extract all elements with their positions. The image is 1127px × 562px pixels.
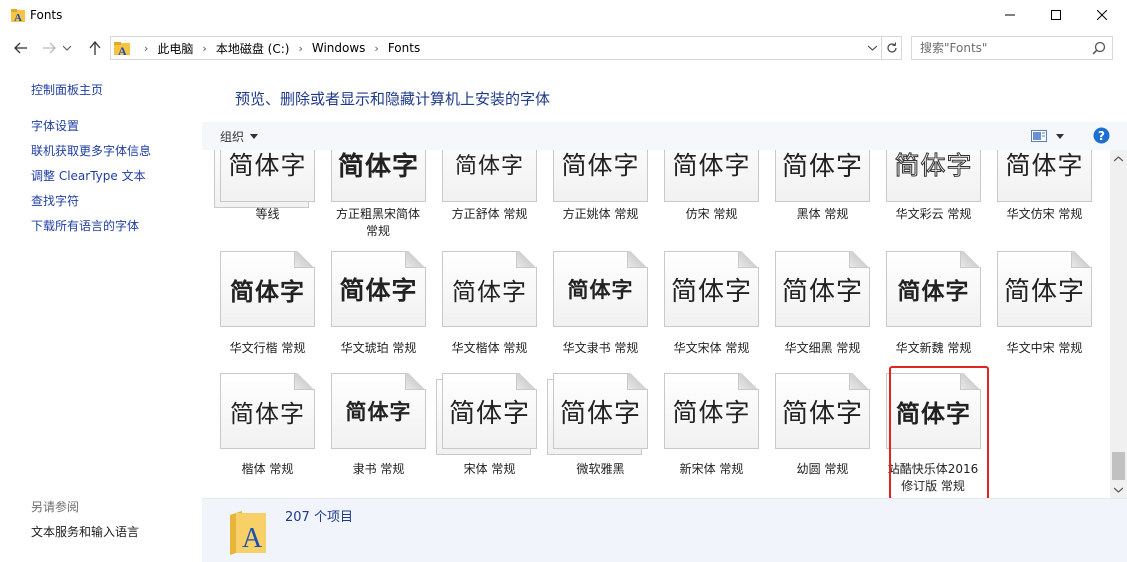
font-item-label: 楷体 常规 — [241, 462, 294, 476]
font-family-icon: 简体字 — [436, 373, 537, 455]
breadcrumb: › 此电脑 › 本地磁盘 (C:) › Windows › Fonts — [135, 37, 420, 59]
back-button[interactable] — [10, 38, 32, 58]
font-file-icon: 简体字 — [775, 373, 870, 449]
svg-text:A: A — [118, 44, 127, 56]
font-item[interactable]: 简体字 微软雅黑 — [545, 150, 656, 498]
font-file-icon: 简体字 — [664, 373, 759, 449]
font-preview-text: 简体字 — [781, 398, 863, 429]
item-count: 207 个项目 — [285, 510, 353, 525]
cleartype-link[interactable]: 调整 ClearType 文本 — [31, 167, 146, 184]
minimize-button[interactable] — [987, 0, 1033, 30]
fonts-folder-icon: A — [11, 9, 25, 23]
download-all-fonts-link[interactable]: 下载所有语言的字体 — [31, 217, 139, 234]
font-file-icon: 简体字 — [331, 373, 426, 449]
main-panel: 预览、删除或者显示和隐藏计算机上安装的字体 组织 ? 简体字 等线 简体字 方正粗黑宋… — [202, 64, 1127, 562]
help-icon[interactable]: ? — [1093, 127, 1110, 144]
title-bar: A Fonts — [0, 0, 1127, 32]
breadcrumb-separator-icon: › — [202, 41, 207, 55]
font-file-icon: 简体字 — [997, 251, 1092, 327]
fonts-folder-icon: A — [114, 42, 130, 56]
caret-down-icon — [1056, 133, 1064, 139]
font-item[interactable]: 简体字 幼圆 常规 — [767, 150, 878, 498]
vertical-scrollbar[interactable] — [1110, 150, 1127, 498]
forward-button[interactable] — [38, 38, 60, 58]
font-preview-text: 简体字 — [230, 399, 305, 428]
see-also-heading: 另请参阅 — [31, 500, 80, 514]
task-pane: 控制面板主页 字体设置 联机获取更多字体信息 调整 ClearType 文本 查… — [0, 64, 202, 562]
breadcrumb-item[interactable]: Fonts — [388, 41, 420, 55]
breadcrumb-item[interactable]: Windows — [312, 41, 366, 55]
scroll-thumb[interactable] — [1112, 452, 1125, 480]
font-item-label: 宋体 常规 — [463, 462, 516, 476]
refresh-button[interactable] — [882, 36, 902, 60]
breadcrumb-separator-icon: › — [144, 41, 149, 55]
close-icon — [1097, 10, 1107, 20]
view-icon — [1031, 130, 1047, 142]
font-item-label: 华文中宋 常规 — [1006, 341, 1083, 355]
arrow-right-icon — [43, 42, 56, 54]
change-view-button[interactable] — [1031, 128, 1067, 144]
up-button[interactable] — [84, 38, 106, 58]
address-history-button[interactable] — [865, 41, 879, 55]
window-title: Fonts — [30, 8, 63, 22]
font-preview-text: 简体字 — [1003, 276, 1085, 307]
font-settings-link[interactable]: 字体设置 — [31, 117, 79, 134]
fonts-folder-icon: A — [230, 511, 266, 555]
font-family-icon: 简体字 — [547, 373, 648, 455]
svg-text:?: ? — [1098, 129, 1105, 143]
font-preview-text: 简体字 — [559, 398, 641, 429]
chevron-up-icon — [1114, 155, 1123, 161]
font-item-label: 幼圆 常规 — [796, 462, 849, 476]
breadcrumb-separator-icon: › — [374, 41, 379, 55]
recent-locations-button[interactable] — [60, 38, 74, 58]
page-title: 预览、删除或者显示和隐藏计算机上安装的字体 — [235, 90, 551, 108]
font-preview-text: 简体字 — [672, 398, 751, 427]
control-panel-home-link[interactable]: 控制面板主页 — [31, 81, 103, 98]
font-item[interactable]: 简体字 新宋体 常规 — [656, 150, 767, 498]
breadcrumb-item[interactable]: 本地磁盘 (C:) — [216, 40, 290, 57]
svg-text:A: A — [14, 12, 22, 23]
font-item[interactable]: 简体字 隶书 常规 — [323, 150, 434, 498]
get-more-fonts-link[interactable]: 联机获取更多字体信息 — [31, 142, 151, 159]
chevron-down-icon — [867, 45, 877, 51]
font-grid: 简体字 等线 简体字 方正粗黑宋简体 常规 简体字 方正舒体 常规 简体字 方正姚体 常规 简体… — [202, 150, 1110, 498]
search-input[interactable] — [920, 40, 1088, 56]
arrow-up-icon — [89, 41, 101, 55]
breadcrumb-separator-icon: › — [298, 41, 303, 55]
caret-down-icon — [250, 134, 259, 139]
font-item-label: 微软雅黑 — [576, 462, 625, 476]
search-icon — [1092, 41, 1106, 55]
font-item[interactable]: 简体字 楷体 常规 — [212, 150, 323, 498]
refresh-icon — [886, 42, 897, 53]
font-file-icon: 简体字 — [220, 373, 315, 449]
font-item[interactable]: 简体字 宋体 常规 — [434, 150, 545, 498]
find-character-link[interactable]: 查找字符 — [31, 192, 79, 209]
command-bar: 组织 — [202, 122, 1127, 150]
minimize-icon — [1005, 14, 1015, 16]
breadcrumb-item[interactable]: 此电脑 — [157, 40, 193, 57]
navigation-bar: A › 此电脑 › 本地磁盘 (C:) › Windows › Fonts — [0, 32, 1127, 64]
chevron-down-icon — [63, 45, 71, 51]
close-button[interactable] — [1079, 0, 1125, 30]
search-box[interactable] — [911, 36, 1113, 60]
svg-text:A: A — [242, 523, 263, 554]
selection-outline — [889, 366, 989, 498]
address-bar[interactable]: A › 此电脑 › 本地磁盘 (C:) › Windows › Fonts — [110, 36, 882, 60]
chevron-down-icon — [1114, 487, 1123, 493]
font-item-label: 新宋体 常规 — [679, 462, 744, 476]
details-pane: A 207 个项目 — [202, 498, 1127, 562]
maximize-button[interactable] — [1033, 0, 1079, 30]
font-item-label: 隶书 常规 — [352, 462, 405, 476]
text-services-link[interactable]: 文本服务和输入语言 — [31, 523, 139, 540]
font-item[interactable]: 简体字华文中宋 常规 — [989, 150, 1100, 498]
scroll-down-button[interactable] — [1110, 481, 1127, 498]
organize-label: 组织 — [220, 130, 245, 144]
maximize-icon — [1051, 10, 1061, 20]
arrow-left-icon — [14, 42, 27, 54]
font-preview-text: 简体字 — [345, 399, 412, 424]
organize-button[interactable]: 组织 — [220, 128, 259, 145]
scroll-up-button[interactable] — [1110, 150, 1127, 167]
font-preview-text: 简体字 — [448, 398, 530, 429]
